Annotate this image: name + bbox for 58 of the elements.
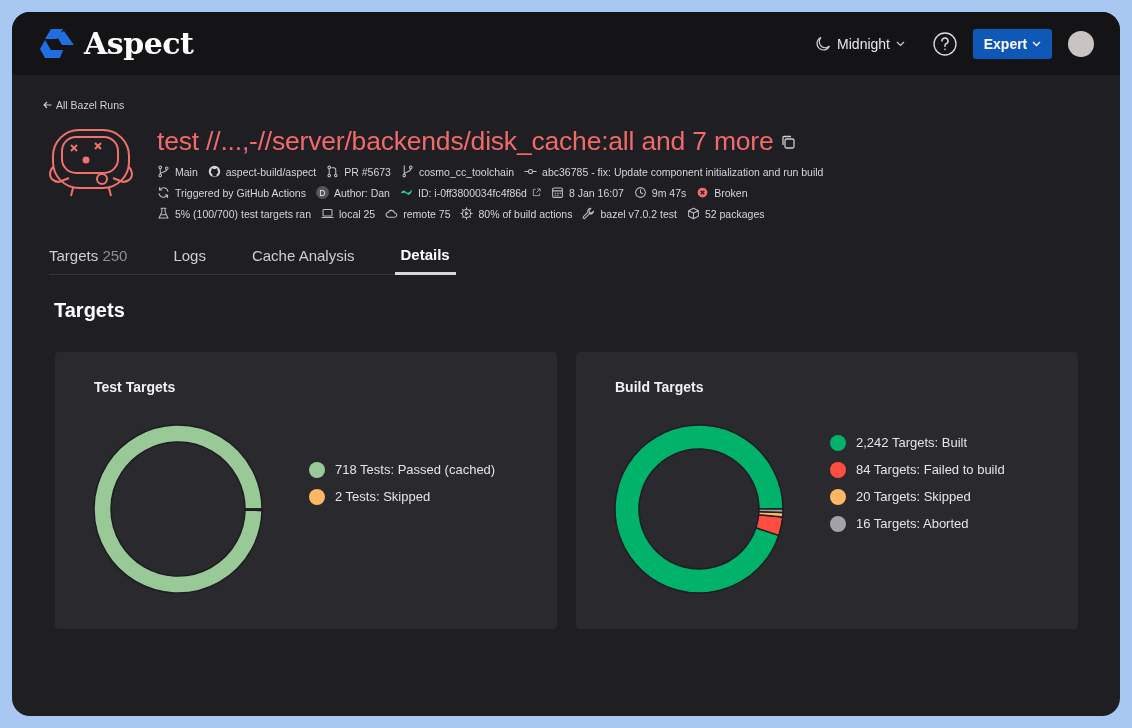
branch-icon [157, 165, 170, 178]
tab[interactable]: Cache Analysis [245, 246, 361, 275]
calendar-icon [550, 186, 564, 199]
meta-label: Author: Dan [333, 186, 390, 199]
meta-label: abc36785 - fix: Update component initialization and run build [542, 165, 824, 178]
meta-label: PR #5673 [344, 165, 391, 178]
chevron-down-icon [1032, 40, 1042, 47]
legend-label: 20 Targets: Skipped [856, 489, 971, 504]
legend-label: 2,242 Targets: Built [856, 435, 968, 450]
legend-label: 84 Targets: Failed to build [856, 462, 1005, 477]
tab[interactable]: Details [394, 246, 456, 275]
user-avatar[interactable] [1068, 30, 1094, 57]
author-avatar: D [315, 186, 329, 199]
laptop-icon [321, 207, 334, 220]
meta-label: 9m 47s [651, 186, 687, 199]
flask-icon [157, 207, 170, 220]
error-icon [696, 186, 710, 199]
section-title: Targets [54, 299, 126, 322]
meta-label: 8 Jan 16:07 [568, 186, 624, 199]
brand-name: Aspect [84, 26, 194, 61]
meta-label: 80% of build actions [478, 207, 573, 220]
card-title: Test Targets [94, 379, 177, 395]
meta-label: Triggered by GitHub Actions [175, 186, 306, 199]
card-title: Build Targets [615, 379, 705, 395]
meta-label: bazel v7.0.2 test [600, 207, 677, 220]
back-arrow-icon [43, 101, 52, 109]
legend-label: 16 Targets: Aborted [856, 516, 969, 531]
help-icon[interactable] [933, 31, 957, 56]
meta-label: Main [175, 165, 198, 178]
tab[interactable]: Logs [167, 246, 212, 275]
chevron-down-icon [896, 40, 905, 47]
back-link[interactable]: All Bazel Runs [43, 99, 125, 111]
meta-label: cosmo_cc_toolchain [418, 165, 515, 178]
legend-label: 718 Tests: Passed (cached) [335, 462, 496, 477]
wrench-icon [582, 207, 596, 220]
meta-label: local 25 [339, 207, 376, 220]
meta-label: Broken [714, 186, 748, 199]
meta-label: remote 75 [403, 207, 451, 220]
clock-icon [633, 186, 647, 199]
moon-icon [815, 35, 832, 52]
cloud-icon [385, 207, 399, 220]
external-link-icon[interactable] [531, 188, 541, 197]
copy-icon[interactable] [781, 134, 796, 149]
run-title: test //...,-//server/backends/disk_cache:all and 7 more [157, 126, 774, 157]
package-icon [686, 207, 700, 220]
logo-icon [40, 28, 74, 59]
meta-label: aspect-build/aspect [225, 165, 317, 178]
theme-selector[interactable]: Midnight [815, 35, 905, 52]
gear-icon [460, 207, 474, 220]
branch-icon [400, 165, 414, 178]
mode-dropdown-button[interactable]: Expert [973, 28, 1052, 59]
meta-label: ID: i-0ff3800034fc4f86d [417, 186, 527, 199]
meta-label: 52 packages [704, 207, 765, 220]
meta-label: 5% (100/700) test targets ran [175, 207, 311, 220]
pull-request-icon [326, 165, 340, 178]
tab[interactable]: Targets 250 [49, 246, 134, 275]
refresh-icon [157, 186, 170, 199]
legend-label: 2 Tests: Skipped [335, 489, 431, 504]
